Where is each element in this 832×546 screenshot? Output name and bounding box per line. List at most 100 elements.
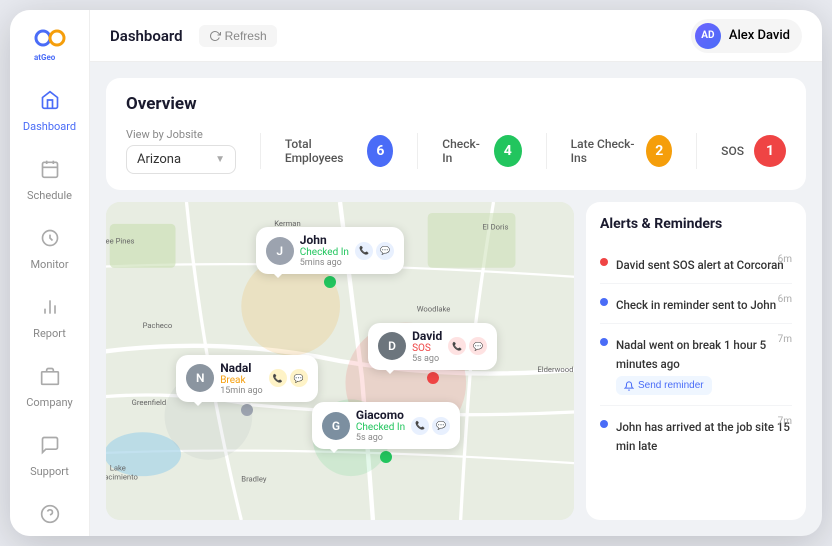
giacomo-msg-icon[interactable]: 💬	[432, 417, 450, 435]
divider4	[696, 133, 697, 169]
svg-text:atGeo: atGeo	[34, 53, 56, 62]
david-bubble: D David SOS 5s ago 📞 💬	[368, 323, 497, 370]
david-avatar: D	[378, 332, 406, 360]
stat-label-checkin: Check-In	[442, 137, 484, 165]
main-area: Dashboard Refresh AD Alex David Overview	[90, 10, 822, 536]
david-call-icon[interactable]: 📞	[448, 337, 466, 355]
sidebar-label-report: Report	[33, 327, 66, 340]
sidebar-item-company[interactable]: Company	[10, 350, 89, 419]
help-icon	[34, 498, 66, 530]
stat-sos: SOS 1	[721, 135, 786, 167]
alert-dot-3	[600, 338, 608, 346]
map-tile: Tree Pines Kerman El Doris Pacheco Woodl…	[106, 202, 574, 520]
alert-item-3: Nadal went on break 1 hour 5 minutes ago…	[600, 324, 792, 406]
stat-badge-checkin: 4	[494, 135, 522, 167]
alerts-title: Alerts & Reminders	[600, 216, 792, 232]
alerts-panel: Alerts & Reminders David sent SOS alert …	[586, 202, 806, 520]
map-pin-giacomo: G Giacomo Checked In 5s ago 📞 💬	[312, 402, 460, 463]
lower-area: Tree Pines Kerman El Doris Pacheco Woodl…	[106, 202, 806, 520]
support-icon	[34, 429, 66, 461]
user-name: Alex David	[729, 28, 790, 43]
sidebar-label-dashboard: Dashboard	[23, 120, 76, 133]
app-shell: atGeo Dashboard Schedule	[10, 10, 822, 536]
alert-time-2: 6m	[778, 294, 792, 305]
jobsite-select: View by Jobsite Arizona ▼	[126, 128, 236, 174]
jobsite-label: View by Jobsite	[126, 128, 236, 141]
alert-content-2: Check in reminder sent to John	[616, 294, 792, 313]
stat-late-checkins: Late Check-Ins 2	[571, 135, 673, 167]
divider3	[546, 133, 547, 169]
alert-item-1: David sent SOS alert at Corcoran 6m	[600, 244, 792, 284]
john-msg-icon[interactable]: 💬	[376, 242, 394, 260]
stat-checkin: Check-In 4	[442, 135, 522, 167]
map-card: Tree Pines Kerman El Doris Pacheco Woodl…	[106, 202, 574, 520]
alert-text-4: John has arrived at the job site 15 min …	[616, 420, 790, 453]
sidebar-label-schedule: Schedule	[27, 189, 72, 202]
nadal-msg-icon[interactable]: 💬	[290, 369, 308, 387]
sidebar-item-monitor[interactable]: Monitor	[10, 212, 89, 281]
alert-dot-2	[600, 298, 608, 306]
john-call-icon[interactable]: 📞	[355, 242, 373, 260]
svg-text:Nacimiento: Nacimiento	[106, 472, 139, 481]
stat-badge-sos: 1	[754, 135, 786, 167]
svg-text:Greenfield: Greenfield	[132, 398, 167, 407]
stat-label-sos: SOS	[721, 144, 744, 158]
divider2	[417, 133, 418, 169]
divider	[260, 133, 261, 169]
monitor-icon	[34, 222, 66, 254]
sidebar-item-support[interactable]: Support	[10, 419, 89, 488]
sidebar-item-schedule[interactable]: Schedule	[10, 143, 89, 212]
page-title: Dashboard	[110, 27, 183, 45]
nadal-call-icon[interactable]: 📞	[269, 369, 287, 387]
map-pin-nadal: N Nadal Break 15min ago 📞 💬	[176, 355, 317, 416]
sidebar-item-help[interactable]: Help center	[10, 488, 89, 536]
giacomo-call-icon[interactable]: 📞	[411, 417, 429, 435]
selected-location: Arizona	[137, 152, 181, 167]
alert-dot-4	[600, 420, 608, 428]
svg-text:Bradley: Bradley	[241, 475, 267, 484]
dashboard-icon	[34, 84, 66, 116]
svg-text:Elderwood: Elderwood	[537, 365, 573, 374]
stat-total-employees: Total Employees 6	[285, 135, 394, 167]
alert-time-4: 7m	[778, 416, 792, 427]
sidebar-item-dashboard[interactable]: Dashboard	[10, 74, 89, 143]
alert-time-3: 7m	[778, 334, 792, 345]
overview-title: Overview	[126, 94, 786, 114]
stat-label-late: Late Check-Ins	[571, 137, 637, 165]
user-badge[interactable]: AD Alex David	[691, 19, 802, 53]
avatar: AD	[695, 23, 721, 49]
location-dropdown[interactable]: Arizona ▼	[126, 145, 236, 174]
app-logo: atGeo	[28, 22, 72, 66]
david-msg-icon[interactable]: 💬	[469, 337, 487, 355]
send-reminder-button[interactable]: Send reminder	[616, 376, 712, 395]
report-icon	[34, 291, 66, 323]
alert-content-1: David sent SOS alert at Corcoran	[616, 254, 792, 273]
svg-text:El Doris: El Doris	[483, 222, 509, 231]
sidebar-label-monitor: Monitor	[30, 258, 68, 271]
john-bubble: J John Checked In 5mins ago 📞 💬	[256, 227, 404, 274]
refresh-label: Refresh	[225, 29, 267, 43]
overview-row: View by Jobsite Arizona ▼ Total Employee…	[126, 128, 786, 174]
refresh-button[interactable]: Refresh	[199, 25, 277, 47]
sidebar-label-help: Help center	[21, 534, 77, 536]
svg-text:Pacheco: Pacheco	[143, 321, 173, 330]
alert-content-4: John has arrived at the job site 15 min …	[616, 416, 792, 454]
alert-time-1: 6m	[778, 254, 792, 265]
sidebar-label-support: Support	[30, 465, 69, 478]
stat-badge-late: 2	[646, 135, 672, 167]
chevron-down-icon: ▼	[215, 154, 225, 165]
header: Dashboard Refresh AD Alex David	[90, 10, 822, 62]
giacomo-avatar: G	[322, 412, 350, 440]
map-pin-david: D David SOS 5s ago 📞 💬	[368, 323, 497, 384]
alert-item-2: Check in reminder sent to John 6m	[600, 284, 792, 324]
refresh-icon	[209, 30, 221, 42]
alert-text-3: Nadal went on break 1 hour 5 minutes ago	[616, 338, 766, 371]
alert-text-2: Check in reminder sent to John	[616, 298, 776, 312]
sidebar: atGeo Dashboard Schedule	[10, 10, 90, 536]
john-avatar: J	[266, 237, 294, 265]
sidebar-item-report[interactable]: Report	[10, 281, 89, 350]
map-pin-john: J John Checked In 5mins ago 📞 💬	[256, 227, 404, 288]
sidebar-label-company: Company	[26, 396, 73, 409]
alert-content-3: Nadal went on break 1 hour 5 minutes ago…	[616, 334, 792, 395]
nadal-bubble: N Nadal Break 15min ago 📞 💬	[176, 355, 317, 402]
